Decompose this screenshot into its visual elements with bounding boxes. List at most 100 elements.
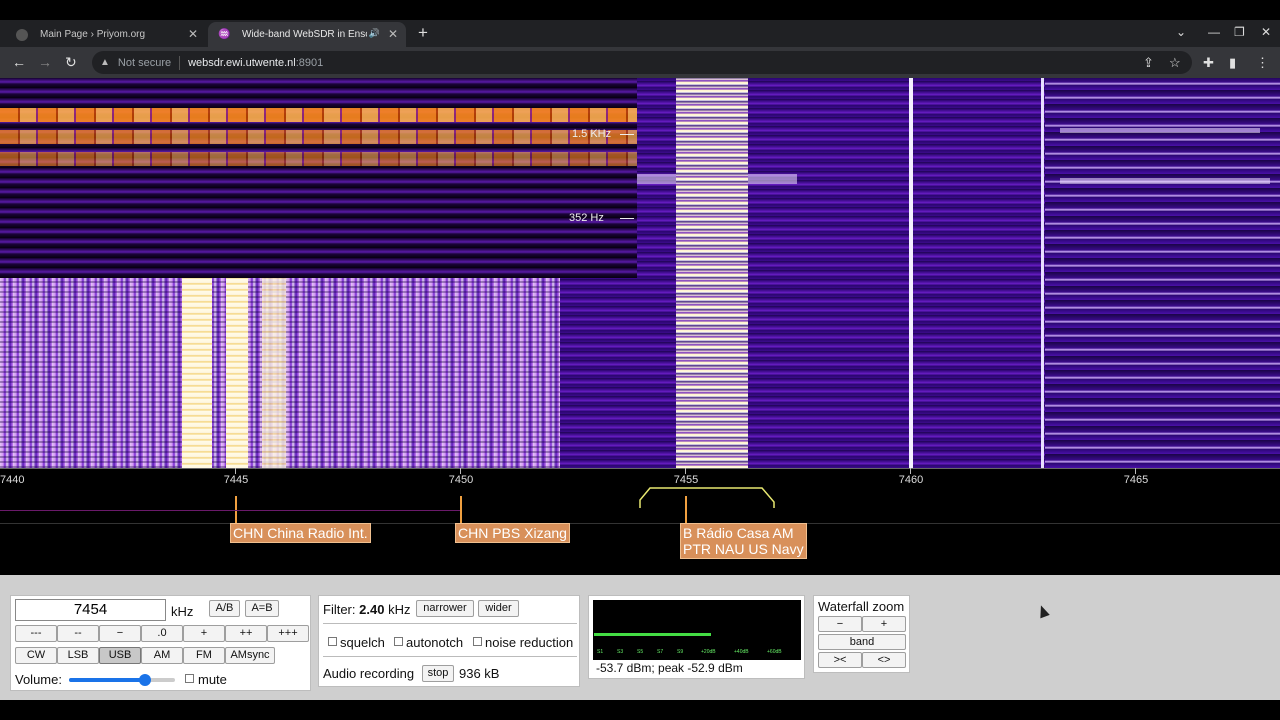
- s-meter-scale-label: S7: [657, 649, 664, 655]
- band-indicator-line: [0, 510, 460, 511]
- menu-kebab-icon[interactable]: ⋮: [1256, 55, 1269, 71]
- step-up-medium-button[interactable]: ++: [225, 625, 267, 642]
- side-panel-icon[interactable]: ▮: [1229, 55, 1236, 71]
- station-label-casa-am[interactable]: B Rádio Casa AM PTR NAU US Navy: [680, 523, 807, 559]
- scale-tick-mark: [620, 218, 634, 219]
- volume-slider[interactable]: [69, 674, 175, 686]
- strong-signal-column: [182, 278, 212, 468]
- station-name: B Rádio Casa AM: [683, 525, 794, 541]
- mute-label: mute: [198, 672, 227, 687]
- s-meter-scale-label: S3: [617, 649, 624, 655]
- step-down-medium-button[interactable]: --: [57, 625, 99, 642]
- zoom-widen-button[interactable]: <>: [862, 652, 906, 668]
- back-arrow-icon[interactable]: ←: [12, 54, 26, 70]
- waterfall-scale-label: 1.5 KHz: [572, 128, 612, 140]
- a-b-button[interactable]: A/B: [209, 600, 240, 617]
- station-label-area: CHN China Radio Int. CHN PBS Xizang B Rá…: [0, 523, 1280, 575]
- tab-title: Main Page › Priyom.org: [40, 29, 146, 40]
- zoom-out-button[interactable]: −: [818, 616, 862, 632]
- waterfall-display[interactable]: 1.5 KHz 352 Hz: [0, 78, 1280, 468]
- control-panel-area: 7454 kHz A/B A=B --- -- − .0 + ++ +++ CW…: [0, 575, 1280, 700]
- station-label-pbs-xizang[interactable]: CHN PBS Xizang: [455, 523, 570, 543]
- step-up-small-button[interactable]: +: [183, 625, 225, 642]
- close-icon[interactable]: ✕: [388, 27, 398, 41]
- station-label-china-radio[interactable]: CHN China Radio Int.: [230, 523, 371, 543]
- a-equals-b-button[interactable]: A=B: [245, 600, 279, 617]
- stop-recording-button[interactable]: stop: [422, 665, 454, 682]
- scale-tick-mark: [620, 134, 634, 135]
- browser-tab-bar: Main Page › Priyom.org ✕ ♒ Wide-band Web…: [0, 20, 1280, 47]
- forward-arrow-icon[interactable]: →: [38, 54, 52, 70]
- tab-search-chevron-icon[interactable]: ⌄: [1176, 25, 1186, 39]
- tab-websdr[interactable]: ♒ Wide-band WebSDR in Ensch 🔊 ✕: [208, 22, 406, 47]
- mute-checkbox[interactable]: [185, 674, 194, 683]
- frequency-scale[interactable]: 7440 7445 7450 7455 7460 7465: [0, 468, 1280, 523]
- station-name: CHN PBS Xizang: [458, 525, 567, 541]
- websdr-favicon-icon: ♒: [218, 28, 231, 40]
- audio-recording-label: Audio recording: [323, 666, 415, 681]
- url-port: :8901: [295, 56, 324, 69]
- filter-panel: Filter: 2.40 kHz narrower wider squelch …: [318, 595, 580, 687]
- minimize-icon[interactable]: —: [1208, 25, 1220, 39]
- waterfall-zoom-title: Waterfall zoom: [818, 599, 905, 614]
- scale-tick-label: 7455: [673, 474, 699, 486]
- new-tab-plus-icon[interactable]: +: [418, 23, 428, 43]
- bookmark-star-icon[interactable]: ☆: [1169, 55, 1181, 71]
- extensions-puzzle-icon[interactable]: ✚: [1203, 55, 1214, 71]
- frequency-input[interactable]: 7454: [15, 599, 166, 621]
- waterfall-zoom-panel: Waterfall zoom − + band >< <>: [813, 595, 910, 673]
- scale-tick-label: 7445: [223, 474, 249, 486]
- s-meter-scale-label: +40dB: [734, 649, 749, 655]
- scale-tick-label: 7440: [0, 474, 25, 486]
- scale-tick-label: 7460: [898, 474, 924, 486]
- step-up-large-button[interactable]: +++: [267, 625, 309, 642]
- filter-width-value: 2.40: [359, 602, 385, 617]
- squelch-checkbox[interactable]: [328, 637, 337, 646]
- noise-reduction-checkbox[interactable]: [473, 637, 482, 646]
- scale-tick-label: 7450: [448, 474, 474, 486]
- mode-lsb-button[interactable]: LSB: [57, 647, 99, 664]
- speaker-icon[interactable]: 🔊: [369, 28, 380, 39]
- s-meter-bar: [594, 633, 712, 636]
- passband-indicator[interactable]: [638, 486, 778, 510]
- mode-cw-button[interactable]: CW: [15, 647, 57, 664]
- step-down-small-button[interactable]: −: [99, 625, 141, 642]
- narrower-button[interactable]: narrower: [416, 600, 474, 617]
- tab-priyom[interactable]: Main Page › Priyom.org ✕: [6, 22, 206, 47]
- recording-size: 936 kB: [459, 666, 500, 681]
- round-frequency-button[interactable]: .0: [141, 625, 183, 642]
- mode-fm-button[interactable]: FM: [183, 647, 225, 664]
- share-icon[interactable]: ⇪: [1143, 55, 1154, 71]
- warning-triangle-icon[interactable]: ▲: [100, 57, 110, 68]
- signal-level-readout: -53.7 dBm; peak -52.9 dBm: [596, 661, 743, 675]
- address-toolbar: ← → ↻ ▲ Not secure websdr.ewi.utwente.nl…: [0, 47, 1280, 78]
- horizontal-burst: [1060, 128, 1260, 133]
- restore-icon[interactable]: ❐: [1234, 25, 1245, 39]
- filter-label-text: Filter:: [323, 602, 356, 617]
- s-meter-display: S1 S3 S5 S7 S9 +20dB +40dB +60dB: [593, 600, 801, 660]
- close-icon[interactable]: ✕: [188, 27, 198, 41]
- step-down-large-button[interactable]: ---: [15, 625, 57, 642]
- wider-button[interactable]: wider: [478, 600, 519, 617]
- autonotch-checkbox[interactable]: [394, 637, 403, 646]
- window-close-icon[interactable]: ✕: [1261, 25, 1271, 39]
- station-marker-line: [685, 496, 687, 523]
- volume-slider-thumb[interactable]: [139, 674, 152, 686]
- zoom-narrow-button[interactable]: ><: [818, 652, 862, 668]
- filter-divider: [323, 623, 577, 624]
- divider-line: [0, 523, 1280, 524]
- url-host: websdr.ewi.utwente.nl: [188, 56, 296, 69]
- s-meter-scale-label: +20dB: [701, 649, 716, 655]
- zoom-band-button[interactable]: band: [818, 634, 906, 650]
- zoom-in-button[interactable]: +: [862, 616, 906, 632]
- mode-usb-button[interactable]: USB: [99, 647, 141, 664]
- frequency-mode-panel: 7454 kHz A/B A=B --- -- − .0 + ++ +++ CW…: [10, 595, 311, 691]
- priyom-favicon-icon: [16, 28, 28, 41]
- s-meter-scale-label: S1: [597, 649, 604, 655]
- strong-signal-column: [226, 278, 248, 468]
- horizontal-burst: [1060, 178, 1270, 184]
- mode-amsync-button[interactable]: AMsync: [225, 647, 275, 664]
- url-bar[interactable]: ▲ Not secure websdr.ewi.utwente.nl :8901: [92, 51, 1192, 74]
- reload-icon[interactable]: ↻: [65, 54, 77, 71]
- mode-am-button[interactable]: AM: [141, 647, 183, 664]
